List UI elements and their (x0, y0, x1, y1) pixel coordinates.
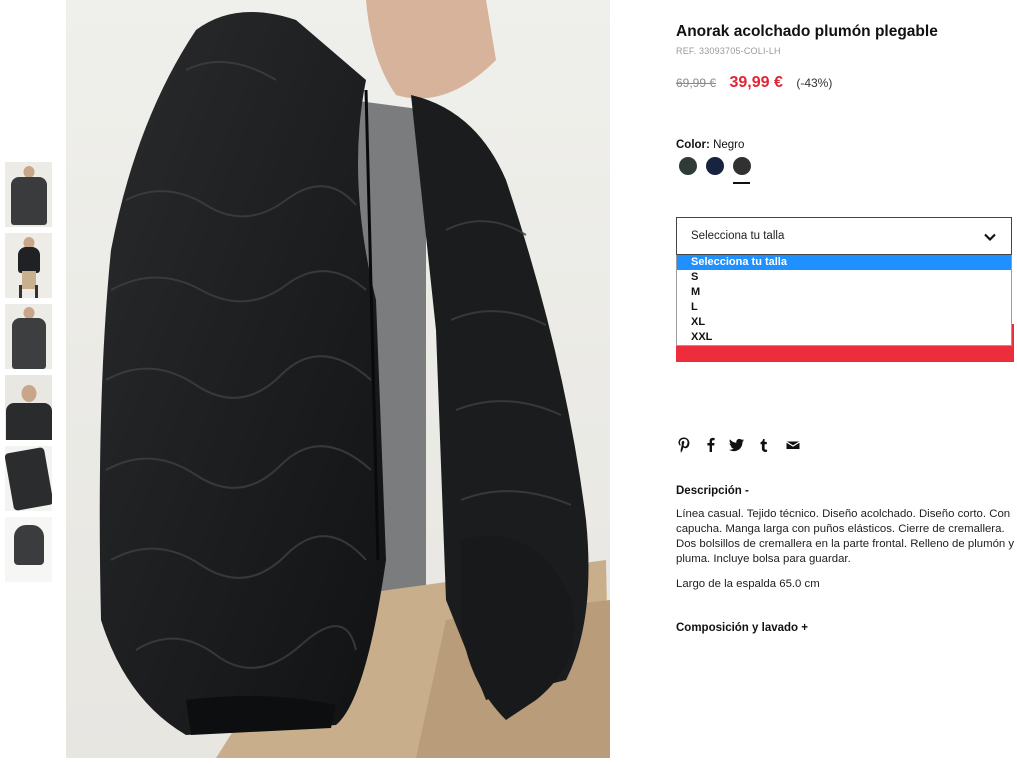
size-option-xl[interactable]: XL (677, 315, 1011, 330)
size-option-m[interactable]: M (677, 285, 1011, 300)
thumbnail-5[interactable] (5, 446, 52, 511)
color-label: Color: Negro (676, 139, 745, 151)
product-ref: REF. 33093705-COLI-LH (676, 46, 781, 56)
social-share (676, 436, 816, 454)
twitter-icon[interactable] (729, 436, 745, 454)
swatch-black[interactable] (733, 157, 751, 175)
size-option-s[interactable]: S (677, 270, 1011, 285)
description-text: Línea casual. Tejido técnico. Diseño aco… (676, 508, 1015, 565)
size-select-label: Selecciona tu talla (691, 230, 785, 242)
back-length: Largo de la espalda 65.0 cm (676, 578, 820, 590)
composition-heading[interactable]: Composición y lavado + (676, 622, 808, 634)
thumbnail-1[interactable] (5, 162, 52, 227)
swatch-selected-indicator (733, 182, 750, 184)
product-main-image (66, 0, 610, 758)
price-block: 69,99 € 39,99 € (-43%) (676, 74, 832, 92)
size-options-list: Selecciona tu talla S M L XL XXL (676, 255, 1012, 346)
color-swatches (679, 157, 759, 187)
price-new: 39,99 € (729, 74, 783, 91)
price-old: 69,99 € (676, 76, 717, 90)
size-option-xxl[interactable]: XXL (677, 330, 1011, 345)
size-option-placeholder[interactable]: Selecciona tu talla (677, 255, 1011, 270)
swatch-navy[interactable] (706, 157, 724, 175)
product-title: Anorak acolchado plumón plegable (676, 23, 938, 40)
tumblr-icon[interactable] (756, 436, 772, 454)
color-value: Negro (713, 139, 745, 151)
pinterest-icon[interactable] (676, 436, 692, 454)
size-option-l[interactable]: L (677, 300, 1011, 315)
thumbnail-6[interactable] (5, 517, 52, 582)
chevron-down-icon (984, 233, 996, 242)
discount-badge: (-43%) (796, 76, 833, 90)
swatch-dark-green[interactable] (679, 157, 697, 175)
size-select[interactable]: Selecciona tu talla (676, 217, 1012, 255)
email-icon[interactable] (785, 436, 801, 454)
thumbnail-3[interactable] (5, 304, 52, 369)
thumbnail-4[interactable] (5, 375, 52, 440)
description-heading[interactable]: Descripción - (676, 485, 749, 497)
facebook-icon[interactable] (703, 436, 719, 454)
thumbnail-strip (5, 162, 52, 588)
thumbnail-2[interactable] (5, 233, 52, 298)
